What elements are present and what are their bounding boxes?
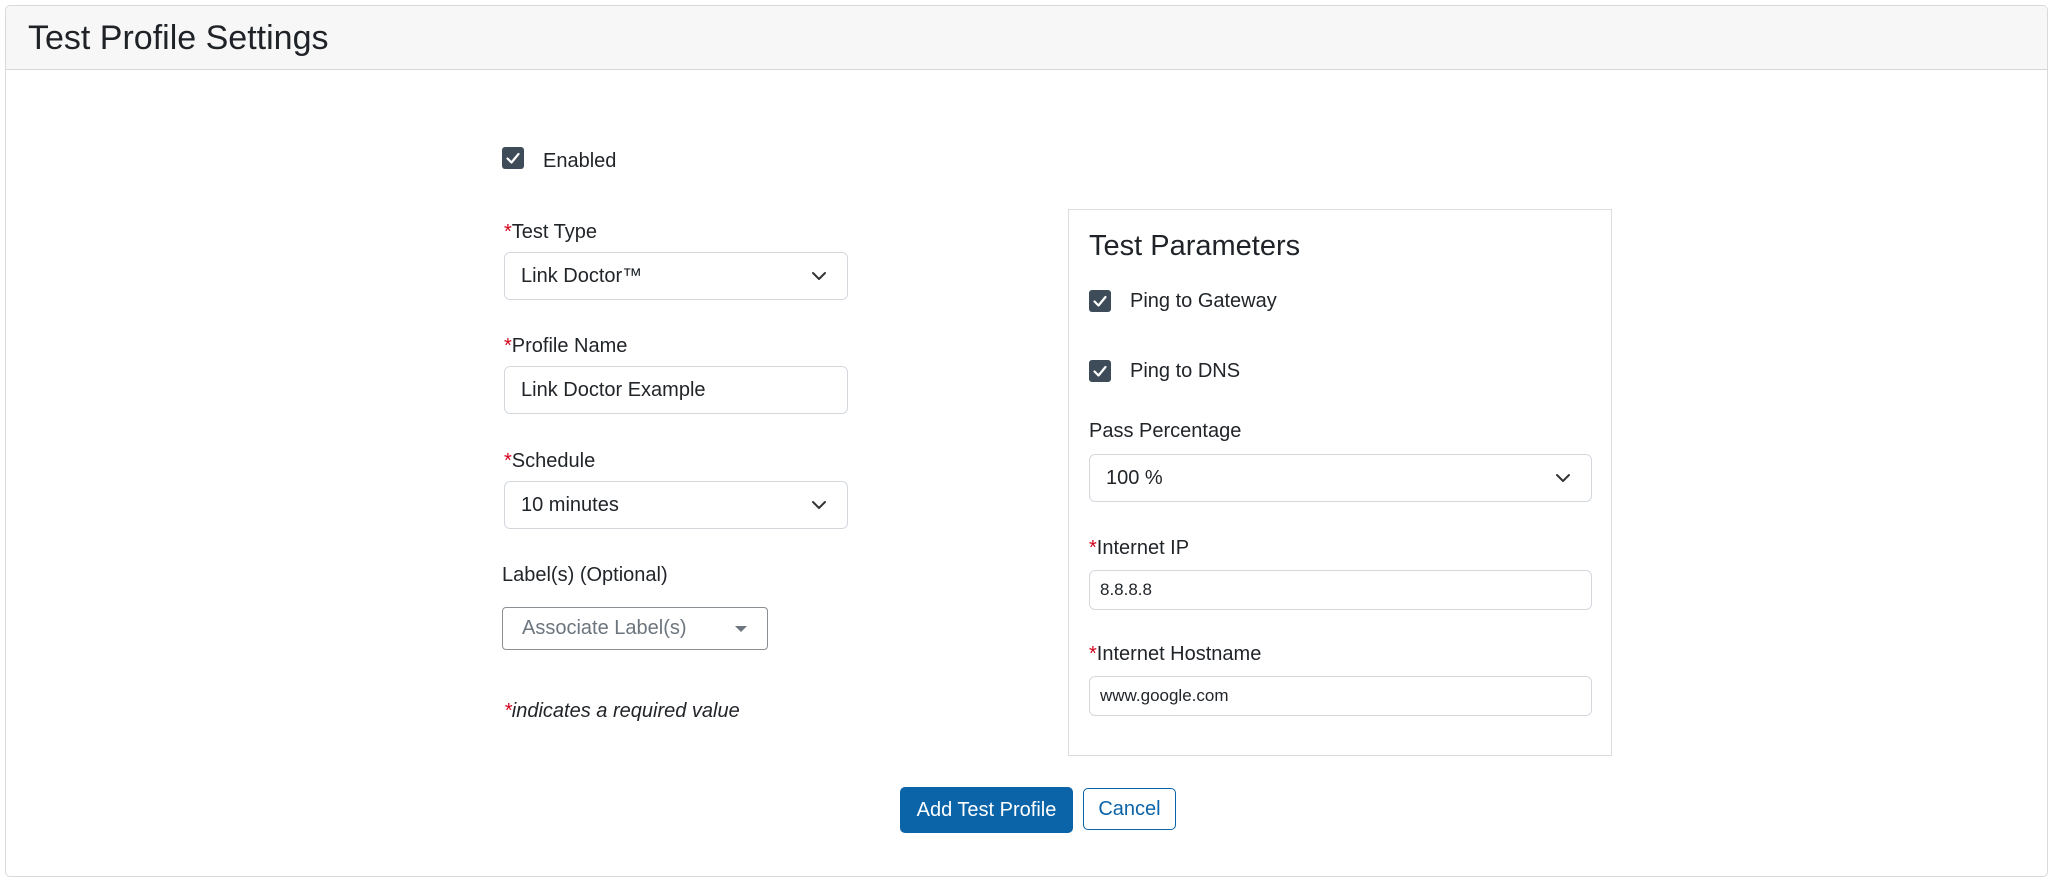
- internet-ip-input[interactable]: 8.8.8.8: [1089, 570, 1592, 610]
- profile-name-value: Link Doctor Example: [521, 378, 706, 401]
- panel-header: Test Profile Settings: [6, 6, 2047, 70]
- add-test-profile-button[interactable]: Add Test Profile: [900, 787, 1073, 833]
- ping-gateway-checkbox[interactable]: [1089, 290, 1111, 312]
- caret-down-icon: [735, 625, 747, 632]
- check-icon: [506, 152, 520, 164]
- chevron-down-icon: [1556, 474, 1570, 482]
- required-marker: *: [1089, 643, 1097, 665]
- required-marker: *: [504, 700, 512, 722]
- schedule-label: *Schedule: [504, 449, 595, 473]
- check-icon: [1093, 365, 1107, 377]
- ping-dns-checkbox[interactable]: [1089, 360, 1111, 382]
- required-marker: *: [504, 221, 512, 243]
- test-type-label-text: Test Type: [511, 221, 598, 243]
- page-title: Test Profile Settings: [28, 19, 329, 57]
- internet-ip-value: 8.8.8.8: [1100, 580, 1152, 599]
- chevron-down-icon: [812, 501, 826, 509]
- internet-hostname-input[interactable]: www.google.com: [1089, 676, 1592, 716]
- pass-percentage-value: 100 %: [1106, 466, 1163, 489]
- settings-panel: Test Profile Settings Enabled *Test Type…: [5, 5, 2048, 877]
- enabled-checkbox[interactable]: [502, 147, 524, 169]
- profile-name-label: *Profile Name: [504, 334, 627, 358]
- associate-labels-placeholder: Associate Label(s): [522, 617, 687, 639]
- internet-ip-label: *Internet IP: [1089, 536, 1189, 560]
- ping-dns-label: Ping to DNS: [1130, 360, 1241, 382]
- internet-ip-label-text: Internet IP: [1096, 537, 1190, 559]
- required-note-text: indicates a required value: [511, 700, 740, 722]
- schedule-select[interactable]: 10 minutes: [504, 481, 848, 529]
- test-type-select[interactable]: Link Doctor™: [504, 252, 848, 300]
- pass-percentage-label: Pass Percentage: [1089, 420, 1242, 442]
- required-marker: *: [1089, 537, 1097, 559]
- internet-hostname-label: *Internet Hostname: [1089, 642, 1261, 666]
- test-type-label: *Test Type: [504, 220, 597, 244]
- check-icon: [1093, 295, 1107, 307]
- test-parameters-panel: Test Parameters Ping to Gateway Ping to …: [1068, 209, 1612, 756]
- schedule-value: 10 minutes: [521, 493, 619, 516]
- enabled-label: Enabled: [543, 150, 617, 172]
- chevron-down-icon: [812, 272, 826, 280]
- required-marker: *: [504, 335, 512, 357]
- required-marker: *: [504, 450, 512, 472]
- ping-gateway-label: Ping to Gateway: [1130, 290, 1277, 312]
- schedule-label-text: Schedule: [511, 450, 596, 472]
- profile-name-label-text: Profile Name: [511, 335, 628, 357]
- test-type-value: Link Doctor™: [521, 264, 643, 287]
- internet-hostname-label-text: Internet Hostname: [1096, 643, 1262, 665]
- cancel-button[interactable]: Cancel: [1083, 788, 1176, 830]
- test-parameters-title: Test Parameters: [1089, 230, 1301, 262]
- pass-percentage-select[interactable]: 100 %: [1089, 454, 1592, 502]
- labels-label: Label(s) (Optional): [502, 564, 668, 586]
- profile-name-input[interactable]: Link Doctor Example: [504, 366, 848, 414]
- associate-labels-dropdown[interactable]: Associate Label(s): [502, 607, 768, 650]
- internet-hostname-value: www.google.com: [1100, 686, 1229, 705]
- required-note: *indicates a required value: [504, 700, 740, 723]
